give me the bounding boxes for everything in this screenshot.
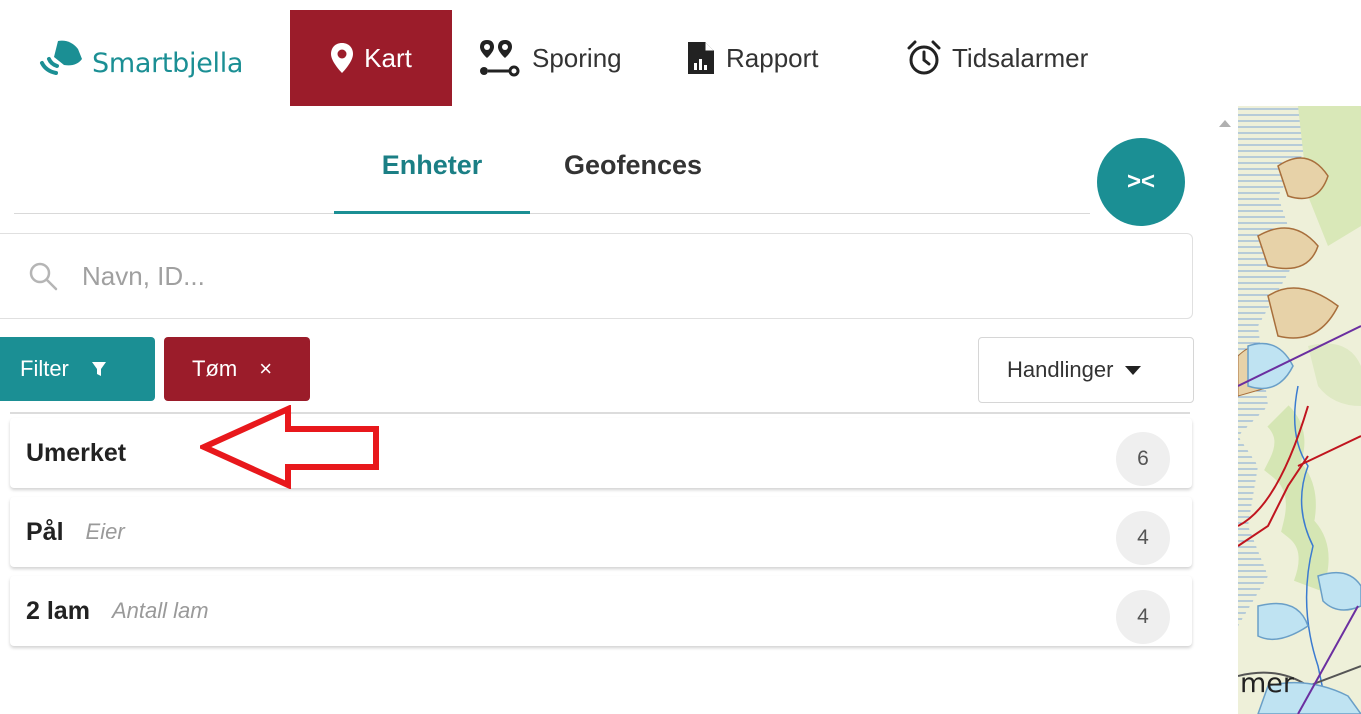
group-tag: Antall lam	[111, 598, 209, 623]
nav-rapport[interactable]: Rapport	[686, 10, 819, 106]
nav-tidsalarmer-label: Tidsalarmer	[952, 42, 1089, 73]
nav-sporing-label: Sporing	[532, 42, 622, 73]
app: Smartbjella Kart Sporing Rapport Tidsala…	[0, 0, 1361, 714]
search-input[interactable]	[82, 260, 982, 292]
map-pin-icon	[331, 43, 354, 73]
group-name: 2 lam	[26, 596, 90, 625]
top-navigation: Smartbjella Kart Sporing Rapport Tidsala…	[0, 0, 1361, 106]
clear-button[interactable]: Tøm ×	[164, 337, 310, 401]
group-row-umerket[interactable]: Umerket 6	[10, 418, 1192, 488]
tab-geofences[interactable]: Geofences	[564, 150, 702, 214]
list-divider	[10, 412, 1190, 414]
group-count-badge: 6	[1116, 432, 1170, 486]
filter-button[interactable]: Filter	[0, 337, 155, 401]
panel-tabs: Enheter Geofences	[14, 106, 1090, 214]
nav-kart-label: Kart	[364, 42, 412, 73]
caret-down-icon	[1125, 365, 1142, 375]
clear-label: Tøm	[192, 356, 238, 381]
tracking-route-icon	[480, 40, 520, 77]
nav-sporing[interactable]: Sporing	[478, 10, 622, 106]
scroll-up-arrow-icon[interactable]	[1219, 120, 1231, 127]
nav-kart[interactable]: Kart	[290, 10, 452, 106]
group-row-2-lam[interactable]: 2 lam Antall lam 4	[10, 576, 1192, 646]
units-panel: Enheter Geofences >< Filter Tøm × Handli…	[0, 106, 1210, 714]
annotation-arrow-icon	[200, 405, 379, 489]
collapse-icon: ><	[1126, 168, 1156, 195]
group-row-pal[interactable]: Pål Eier 4	[10, 497, 1192, 567]
alarm-clock-icon	[907, 40, 941, 75]
group-tag: Eier	[85, 519, 125, 544]
brand-name: Smartbjella	[92, 47, 244, 79]
tab-enheter[interactable]: Enheter	[334, 150, 530, 214]
group-list: Umerket 6 Pål Eier 4 2 lam Antall lam 4	[10, 418, 1192, 655]
close-icon: ×	[259, 356, 273, 381]
filter-label: Filter	[20, 356, 69, 381]
collapse-panel-button[interactable]: ><	[1097, 138, 1185, 226]
search-icon	[29, 262, 58, 291]
group-name: Pål	[26, 517, 64, 546]
nav-rapport-label: Rapport	[726, 42, 819, 73]
report-file-icon	[688, 42, 714, 74]
group-count-badge: 4	[1116, 590, 1170, 644]
group-count-badge: 4	[1116, 511, 1170, 565]
actions-dropdown[interactable]: Handlinger	[978, 337, 1194, 403]
nav-tidsalarmer[interactable]: Tidsalarmer	[906, 10, 1088, 106]
search-box	[0, 233, 1193, 319]
brand-logo[interactable]: Smartbjella	[36, 28, 243, 88]
map-tiles	[1238, 106, 1361, 714]
actions-label: Handlinger	[1007, 357, 1114, 382]
bell-logo-icon	[40, 40, 82, 75]
map-place-label: mer	[1240, 668, 1295, 699]
map-view[interactable]	[1238, 106, 1361, 714]
group-name: Umerket	[26, 438, 127, 467]
funnel-icon	[91, 361, 107, 377]
panel-scrollbar[interactable]	[1212, 106, 1238, 714]
